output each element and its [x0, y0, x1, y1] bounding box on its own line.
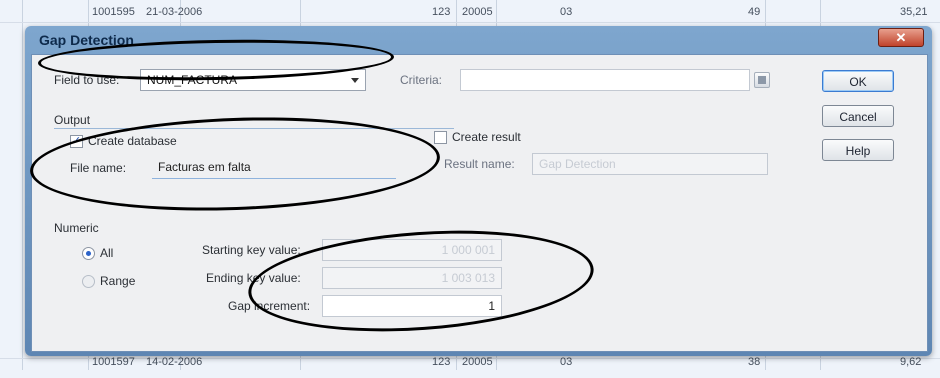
output-group-label: Output — [54, 113, 91, 127]
criteria-input[interactable] — [460, 69, 750, 91]
gap-detection-dialog: Gap Detection ✕ Field to use: NUM_FACTUR… — [25, 26, 932, 356]
table-row: 1001595 21-03-2006 123 20005 03 49 35,21 — [0, 2, 940, 24]
criteria-label: Criteria: — [400, 73, 443, 87]
gap-increment-label: Gap increment: — [228, 299, 311, 313]
ok-button[interactable]: OK — [822, 70, 894, 92]
table-cell: 21-03-2006 — [146, 6, 203, 18]
field-to-use-label: Field to use: — [54, 73, 120, 87]
dialog-body: Field to use: NUM_FACTURA Criteria: OK C… — [31, 54, 928, 352]
calculator-icon — [758, 76, 766, 84]
result-name-input[interactable]: Gap Detection — [532, 153, 768, 175]
gap-increment-input[interactable]: 1 — [322, 295, 502, 317]
table-cell: 49 — [748, 6, 761, 18]
table-cell: 123 — [432, 6, 451, 18]
starting-key-input[interactable]: 1 000 001 — [322, 239, 502, 261]
all-radio[interactable] — [82, 247, 95, 260]
field-to-use-select[interactable]: NUM_FACTURA — [140, 69, 366, 91]
table-cell: 14-02-2006 — [146, 356, 203, 368]
table-cell: 9,62 — [900, 356, 922, 368]
field-to-use-value: NUM_FACTURA — [147, 73, 238, 87]
column-divider — [22, 0, 23, 370]
all-radio-label: All — [100, 246, 114, 260]
table-cell: 20005 — [462, 6, 493, 18]
criteria-editor-button[interactable] — [754, 72, 770, 88]
table-cell: 35,21 — [900, 6, 928, 18]
range-radio-label: Range — [100, 274, 136, 288]
starting-key-label: Starting key value: — [202, 243, 301, 257]
file-name-label: File name: — [70, 161, 127, 175]
create-result-label: Create result — [452, 130, 521, 144]
cancel-button[interactable]: Cancel — [822, 105, 894, 127]
chevron-down-icon[interactable] — [351, 78, 359, 83]
title-bar[interactable]: Gap Detection ✕ — [25, 26, 932, 52]
close-icon: ✕ — [895, 30, 907, 45]
result-name-label: Result name: — [444, 157, 515, 171]
range-radio[interactable] — [82, 275, 95, 288]
table-cell: 38 — [748, 356, 761, 368]
dialog-title: Gap Detection — [39, 32, 134, 48]
create-database-checkbox[interactable]: ✓ — [70, 135, 83, 148]
numeric-group-label: Numeric — [54, 221, 99, 235]
file-name-input[interactable]: Facturas em falta — [152, 157, 396, 179]
table-cell: 123 — [432, 356, 451, 368]
output-divider — [54, 128, 454, 129]
create-result-checkbox[interactable] — [434, 131, 447, 144]
table-cell: 1001595 — [92, 6, 135, 18]
table-cell: 20005 — [462, 356, 493, 368]
table-cell: 03 — [560, 6, 573, 18]
table-row: 1001597 14-02-2006 123 20005 03 38 9,62 — [0, 356, 940, 378]
create-database-label: Create database — [88, 134, 177, 148]
table-cell: 1001597 — [92, 356, 135, 368]
help-button[interactable]: Help — [822, 139, 894, 161]
ending-key-label: Ending key value: — [206, 271, 301, 285]
ending-key-input[interactable]: 1 003 013 — [322, 267, 502, 289]
table-cell: 03 — [560, 356, 573, 368]
close-button[interactable]: ✕ — [878, 28, 924, 47]
